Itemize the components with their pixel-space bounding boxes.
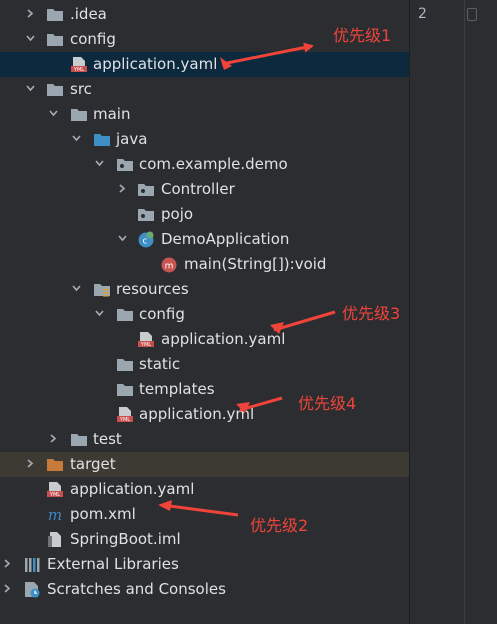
annotation-arrow-2 — [161, 503, 239, 517]
annotation-label: 优先级1 — [333, 26, 392, 45]
annotation-label: 优先级2 — [250, 516, 309, 535]
annotation-label: 优先级3 — [342, 304, 401, 323]
annotation-label: 优先级4 — [298, 394, 357, 413]
annotation-arrows — [158, 42, 336, 517]
ide-window: .idea config YML application.yaml src ma… — [0, 0, 497, 624]
annotation-arrow-3 — [273, 310, 336, 332]
annotation-arrow-1 — [221, 42, 314, 66]
